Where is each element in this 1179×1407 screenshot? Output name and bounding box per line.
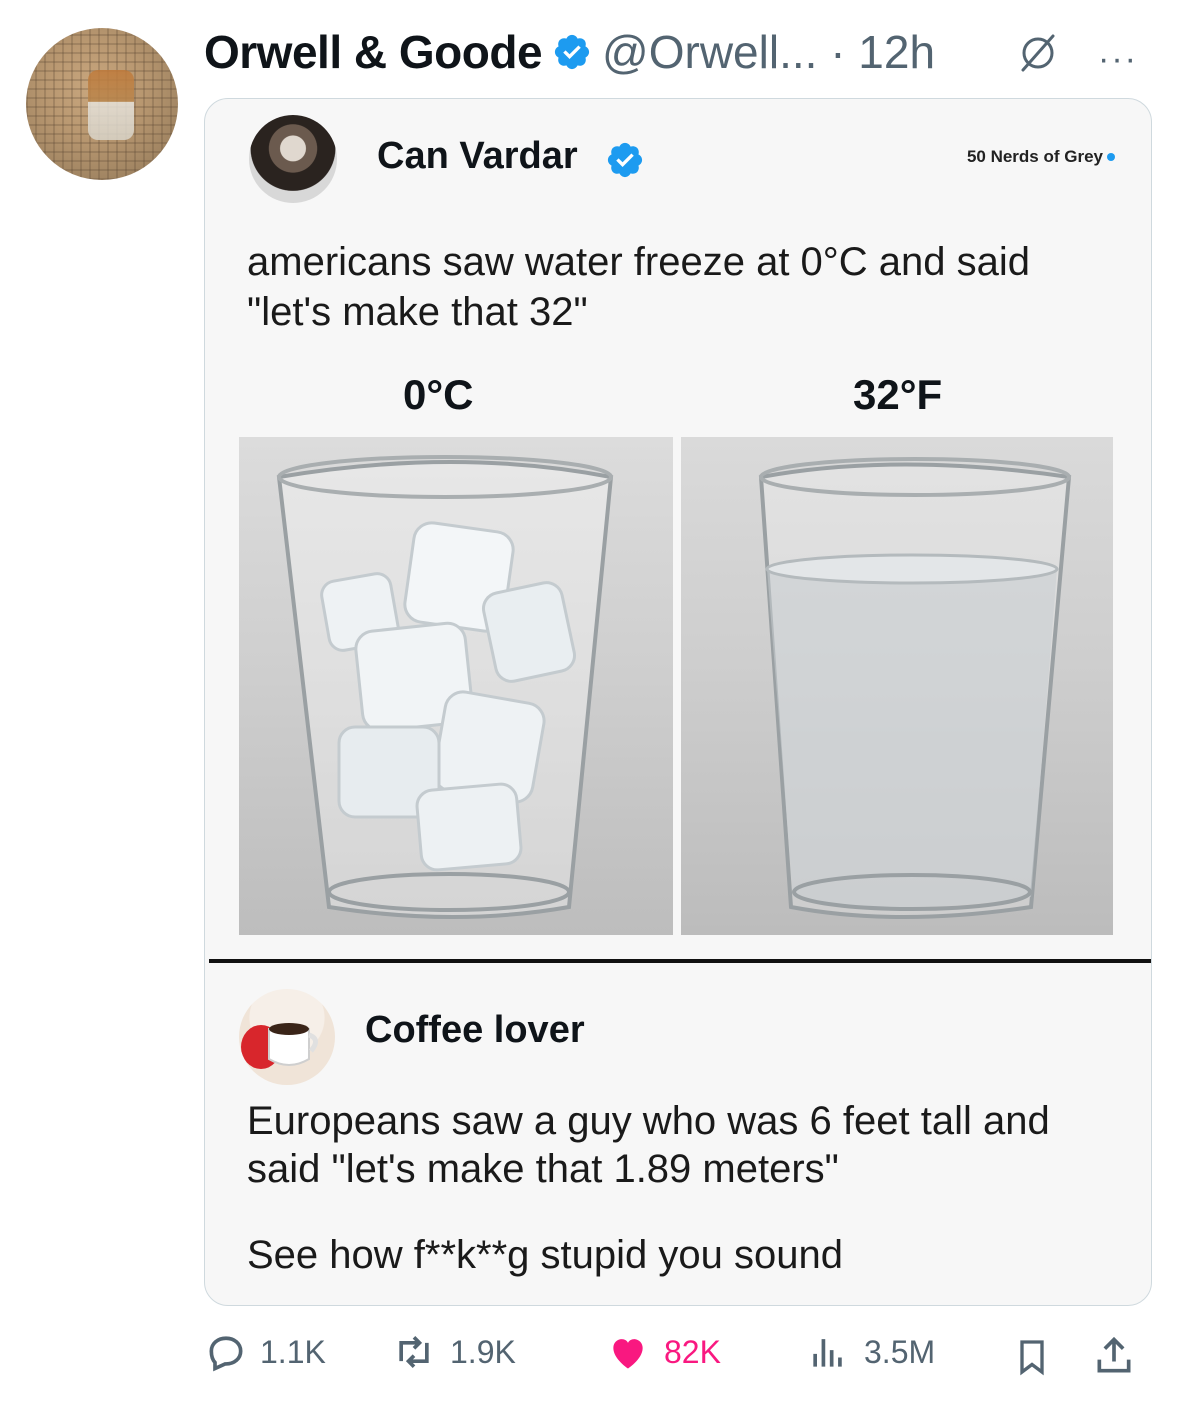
can-vardar-avatar bbox=[249, 115, 337, 203]
meme-image[interactable]: Can Vardar 50 Nerds of Grey americans sa… bbox=[204, 98, 1152, 1306]
reply-icon bbox=[209, 1336, 243, 1372]
meme-divider bbox=[209, 959, 1151, 963]
ice-glass-photo bbox=[239, 437, 673, 935]
author-avatar[interactable] bbox=[26, 28, 178, 180]
verified-badge-icon bbox=[554, 34, 590, 70]
more-options-icon[interactable]: ··· bbox=[1098, 40, 1138, 79]
quoted-author-name: Can Vardar bbox=[377, 135, 578, 177]
views-button[interactable]: 3.5M bbox=[804, 1330, 935, 1374]
verified-badge-icon bbox=[607, 142, 643, 178]
label-celsius: 0°C bbox=[403, 371, 474, 418]
watermark-text: 50 Nerds of Grey bbox=[966, 147, 1103, 166]
repost-icon bbox=[399, 1336, 429, 1368]
reply-count: 1.1K bbox=[260, 1333, 326, 1370]
views-icon bbox=[813, 1339, 842, 1367]
like-count: 82K bbox=[664, 1333, 721, 1370]
bookmark-icon[interactable] bbox=[1012, 1334, 1052, 1380]
quoted-text: americans saw water freeze at 0°C and sa… bbox=[247, 240, 1031, 334]
reply-text: Europeans saw a guy who was 6 feet tall … bbox=[247, 1099, 1050, 1191]
reply-author-name: Coffee lover bbox=[365, 1009, 585, 1051]
repost-count: 1.9K bbox=[450, 1333, 516, 1370]
handle-and-time[interactable]: @Orwell... · 12h bbox=[602, 25, 935, 79]
watermark: 50 Nerds of Grey bbox=[967, 147, 1115, 167]
reply-button[interactable]: 1.1K bbox=[204, 1330, 326, 1374]
label-fahrenheit: 32°F bbox=[853, 371, 943, 418]
watermark-dot-icon bbox=[1107, 153, 1115, 161]
avatar-figure bbox=[88, 70, 134, 140]
author-name[interactable]: Orwell & Goode bbox=[204, 25, 543, 79]
water-glass-photo bbox=[681, 437, 1113, 935]
views-count: 3.5M bbox=[864, 1333, 936, 1370]
coffee-lover-avatar bbox=[239, 989, 335, 1085]
repost-button[interactable]: 1.9K bbox=[390, 1330, 516, 1374]
post-header: Orwell & Goode @Orwell... · 12h bbox=[204, 22, 935, 82]
like-button[interactable]: 82K bbox=[604, 1330, 721, 1374]
share-icon[interactable] bbox=[1092, 1332, 1136, 1380]
heart-icon bbox=[613, 1339, 643, 1369]
grok-icon[interactable] bbox=[1015, 30, 1061, 76]
reply-text-2: See how f**k**g stupid you sound bbox=[247, 1233, 843, 1277]
action-bar: 1.1K 1.9K 82K 3.5M bbox=[204, 1330, 1150, 1386]
